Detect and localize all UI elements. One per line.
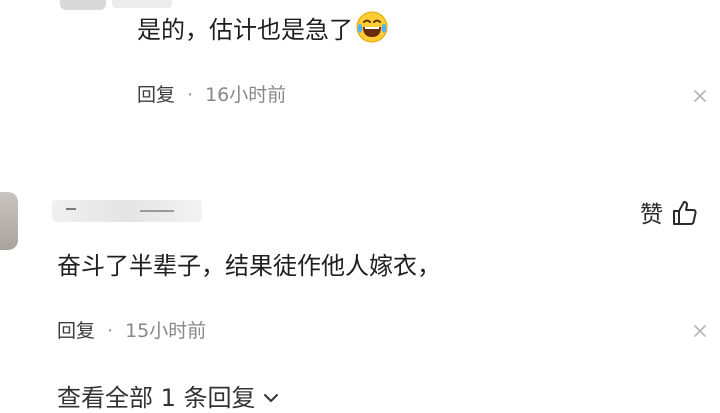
reply-timestamp: 16小时前: [205, 84, 287, 106]
username-blur-mark: [140, 210, 174, 212]
reply-comment-text: 是的，估计也是急了: [137, 10, 389, 48]
username-blur-mark: [66, 208, 76, 210]
reply-button[interactable]: 回复: [57, 320, 95, 342]
commenter-avatar[interactable]: [0, 192, 18, 250]
comment-meta-row: 回复 · 15小时前: [57, 316, 206, 343]
reply-meta-row: 回复 · 16小时前: [137, 80, 286, 107]
reply-avatar[interactable]: [60, 0, 106, 10]
commenter-username-blurred[interactable]: [52, 200, 202, 222]
comment-timestamp: 15小时前: [125, 320, 207, 342]
comment-text: 奋斗了半辈子，结果徒作他人嫁衣，: [57, 252, 441, 280]
thumbs-up-icon: [673, 201, 697, 225]
view-all-replies-link[interactable]: 查看全部 1 条回复: [57, 378, 280, 413]
view-all-replies-label: 查看全部 1 条回复: [57, 384, 256, 412]
reply-comment-body: 是的，估计也是急了: [137, 16, 353, 44]
close-icon[interactable]: [693, 89, 707, 103]
chevron-down-icon: [263, 394, 278, 402]
laughing-with-tears-emoji-icon: [356, 11, 388, 43]
like-label: 赞: [640, 202, 663, 228]
close-icon[interactable]: [693, 324, 707, 338]
reply-username-blurred: [112, 0, 172, 8]
like-button[interactable]: 赞: [640, 195, 699, 229]
meta-separator: ·: [187, 84, 194, 106]
reply-button[interactable]: 回复: [137, 84, 175, 106]
meta-separator: ·: [107, 320, 114, 342]
